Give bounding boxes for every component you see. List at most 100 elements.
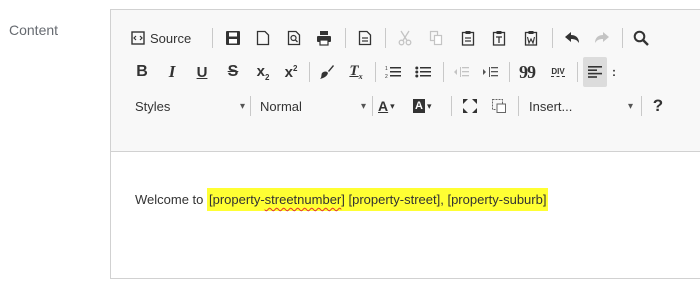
preview-button[interactable] (280, 23, 308, 53)
rich-text-editor: Source B I U S x2 x2 Tx 1 2 99 DIV: Sty… (110, 9, 700, 279)
toolbar-separator (443, 62, 444, 82)
toolbar-row-3: Styles ▾ Normal ▾ A ▾ A ▾ Insert... ▾ ? (111, 91, 700, 121)
format-combo[interactable]: Normal ▾ (260, 91, 366, 121)
align-center-button-partial[interactable]: : (609, 57, 619, 87)
copy-button[interactable] (422, 23, 450, 53)
toolbar-separator (375, 62, 376, 82)
placeholder-text: ] [property-street], [property-suburb] (341, 192, 547, 207)
format-combo-label: Normal (260, 98, 302, 114)
editor-toolbar: Source B I U S x2 x2 Tx 1 2 99 DIV: Sty… (111, 10, 700, 152)
new-page-icon (256, 30, 270, 46)
paintbrush-icon (319, 64, 335, 80)
text-color-button[interactable]: A ▾ (378, 91, 410, 121)
text-color-icon: A (378, 98, 389, 114)
print-button[interactable] (310, 23, 338, 53)
bg-color-icon: A (413, 99, 425, 113)
source-icon (131, 31, 145, 45)
align-left-button[interactable] (583, 57, 607, 87)
undo-button[interactable] (558, 23, 586, 53)
find-button[interactable] (627, 23, 655, 53)
superscript-icon: x2 (284, 63, 298, 81)
help-icon: ? (652, 96, 664, 115)
content-prefix: Welcome to (135, 192, 208, 207)
create-div-button[interactable]: DIV (545, 57, 571, 87)
editor-content-area[interactable]: Welcome to [property-streetnumber] [prop… (111, 152, 700, 282)
new-page-button[interactable] (249, 23, 277, 53)
toolbar-separator (385, 28, 386, 48)
paste-icon (461, 30, 475, 46)
cut-button[interactable] (391, 23, 419, 53)
bold-button[interactable]: B (131, 57, 153, 87)
placeholder-text: [property- (209, 192, 265, 207)
italic-icon: I (168, 62, 176, 81)
bulleted-list-button[interactable] (410, 57, 436, 87)
copy-icon (429, 30, 443, 46)
outdent-button[interactable] (448, 57, 474, 87)
svg-text:2: 2 (385, 74, 388, 79)
outdent-icon (453, 65, 469, 79)
align-center-icon: : (612, 65, 616, 79)
svg-text:1: 1 (385, 66, 388, 72)
strikethrough-button[interactable]: S (222, 57, 244, 87)
underline-button[interactable]: U (191, 57, 213, 87)
toolbar-separator (250, 96, 251, 116)
subscript-icon: x2 (256, 62, 270, 82)
search-icon (633, 30, 649, 46)
indent-icon (482, 65, 498, 79)
chevron-down-icon: ▾ (390, 100, 395, 111)
superscript-button[interactable]: x2 (279, 57, 303, 87)
subscript-button[interactable]: x2 (251, 57, 275, 87)
insert-combo[interactable]: Insert... ▾ (529, 91, 633, 121)
toolbar-separator (641, 96, 642, 116)
insert-combo-label: Insert... (529, 98, 573, 114)
toolbar-separator (309, 62, 310, 82)
toolbar-separator (372, 96, 373, 116)
indent-button[interactable] (477, 57, 503, 87)
blockquote-icon: 99 (519, 61, 536, 82)
blockquote-button[interactable]: 99 (514, 57, 540, 87)
content-field-label: Content (9, 22, 59, 38)
remove-format-button[interactable]: Tx (343, 57, 369, 87)
numbered-list-button[interactable]: 12 (380, 57, 406, 87)
toolbar-row-2: B I U S x2 x2 Tx 1 2 99 DIV: (111, 57, 700, 87)
print-icon (316, 30, 332, 46)
source-button[interactable]: Source (131, 23, 205, 53)
help-button[interactable]: ? (647, 91, 669, 121)
copy-formatting-button[interactable] (314, 57, 340, 87)
maximize-button[interactable] (457, 91, 483, 121)
templates-icon (358, 30, 372, 46)
toolbar-separator (622, 28, 623, 48)
remove-format-icon: Tx (349, 63, 363, 81)
italic-button[interactable]: I (161, 57, 183, 87)
styles-combo[interactable]: Styles ▾ (135, 91, 245, 121)
toolbar-separator (345, 28, 346, 48)
toolbar-separator (212, 28, 213, 48)
paste-word-icon (524, 30, 538, 46)
show-blocks-button[interactable] (486, 91, 512, 121)
toolbar-separator (552, 28, 553, 48)
styles-combo-label: Styles (135, 98, 171, 114)
align-left-icon (588, 66, 602, 78)
bg-color-button[interactable]: A ▾ (413, 91, 445, 121)
maximize-icon (462, 98, 478, 114)
content-paragraph: Welcome to [property-streetnumber] [prop… (135, 188, 549, 211)
chevron-down-icon: ▾ (627, 100, 633, 112)
paste-text-icon (492, 30, 506, 46)
highlighted-placeholders: [property-streetnumber] [property-street… (207, 188, 549, 211)
undo-icon (564, 31, 580, 45)
paste-button[interactable] (454, 23, 482, 53)
source-label: Source (150, 30, 192, 46)
div-icon: DIV (551, 67, 565, 77)
paste-word-button[interactable] (517, 23, 545, 53)
save-icon (225, 30, 241, 46)
underline-icon: U (196, 63, 208, 81)
toolbar-separator (451, 96, 452, 116)
toolbar-separator (518, 96, 519, 116)
templates-button[interactable] (351, 23, 379, 53)
redo-icon (594, 31, 610, 45)
save-button[interactable] (219, 23, 247, 53)
show-blocks-icon (491, 98, 507, 114)
toolbar-row-1: Source (111, 23, 700, 53)
redo-button[interactable] (588, 23, 616, 53)
paste-text-button[interactable] (485, 23, 513, 53)
